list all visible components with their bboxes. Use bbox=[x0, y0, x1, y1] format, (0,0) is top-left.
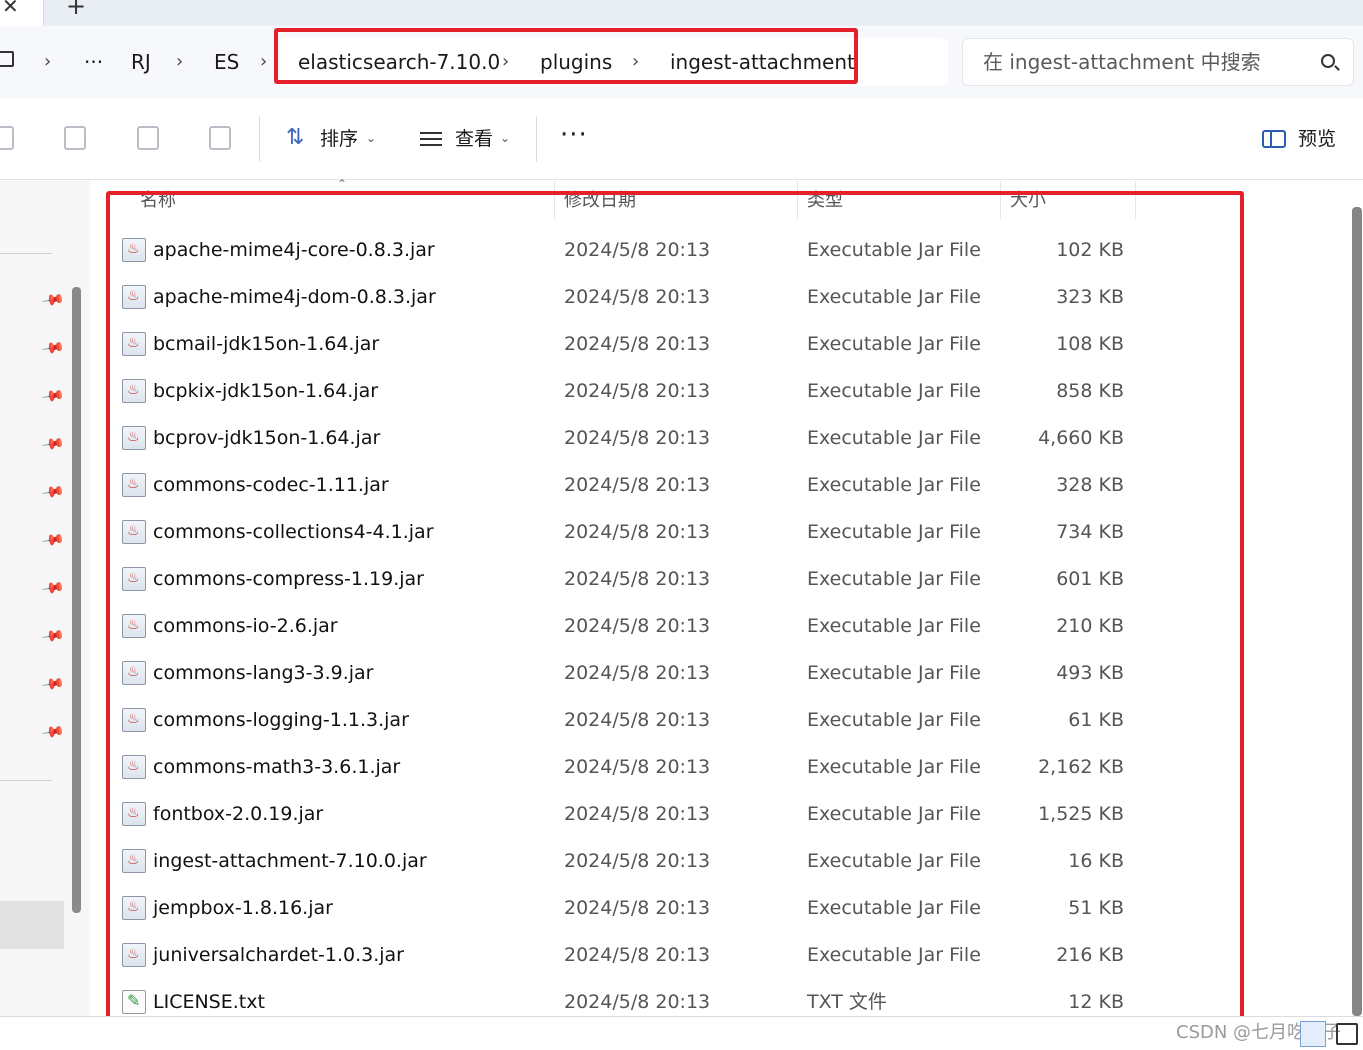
nav-divider bbox=[0, 253, 52, 254]
view-icon[interactable] bbox=[420, 132, 442, 146]
breadcrumb-item-rj[interactable]: RJ bbox=[131, 48, 151, 76]
sort-caret-icon: ⌃ bbox=[337, 177, 348, 191]
details-view-icon[interactable] bbox=[1300, 1021, 1326, 1047]
tiles-view-icon[interactable] bbox=[1336, 1023, 1358, 1045]
breadcrumb-separator[interactable]: › bbox=[260, 48, 267, 76]
search-icon[interactable] bbox=[1321, 54, 1335, 68]
address-row: › ··· RJ › ES › elasticsearch-7.10.0 › p… bbox=[0, 26, 1363, 98]
preview-button[interactable]: 预览 bbox=[1298, 125, 1336, 153]
toolbar-divider bbox=[259, 116, 260, 162]
paste-icon[interactable] bbox=[0, 126, 14, 150]
file-list: ⌃ 名称 修改日期 类型 大小 apache-mime4j-core-0.8.3… bbox=[92, 177, 1342, 1025]
file-list-highlight-box bbox=[106, 191, 1244, 1025]
search-placeholder: 在 ingest-attachment 中搜索 bbox=[983, 50, 1261, 74]
delete-icon[interactable] bbox=[209, 126, 231, 150]
toolbar-divider bbox=[536, 116, 537, 162]
navigation-pane: 📌 📌 📌 📌 📌 📌 📌 📌 📌 📌 bbox=[0, 181, 90, 1016]
pin-icon[interactable]: 📌 bbox=[41, 527, 67, 552]
new-tab-icon[interactable]: + bbox=[66, 0, 86, 20]
pin-icon[interactable]: 📌 bbox=[41, 575, 67, 600]
pin-icon[interactable]: 📌 bbox=[41, 287, 67, 312]
nav-divider bbox=[0, 780, 52, 781]
chevron-down-icon[interactable]: ⌄ bbox=[366, 128, 376, 148]
rename-icon[interactable] bbox=[64, 126, 86, 150]
tab-strip: ✕ + bbox=[0, 0, 1363, 26]
pin-icon[interactable]: 📌 bbox=[41, 671, 67, 696]
close-tab-icon[interactable]: ✕ bbox=[2, 0, 19, 18]
pin-icon[interactable]: 📌 bbox=[41, 719, 67, 744]
sort-icon[interactable]: ⇅ bbox=[286, 126, 304, 150]
pin-icon[interactable]: 📌 bbox=[41, 335, 67, 360]
search-input[interactable]: 在 ingest-attachment 中搜索 bbox=[962, 38, 1354, 86]
breadcrumb-separator[interactable]: › bbox=[176, 48, 183, 76]
pin-icon[interactable]: 📌 bbox=[41, 431, 67, 456]
sort-button[interactable]: 排序 bbox=[320, 125, 358, 153]
chevron-down-icon[interactable]: ⌄ bbox=[500, 128, 510, 148]
path-highlight-box bbox=[274, 28, 858, 84]
pin-icon[interactable]: 📌 bbox=[41, 383, 67, 408]
share-icon[interactable] bbox=[137, 126, 159, 150]
pin-icon[interactable]: 📌 bbox=[41, 623, 67, 648]
preview-pane-icon[interactable] bbox=[1262, 130, 1286, 148]
this-pc-icon[interactable] bbox=[0, 51, 14, 67]
active-tab[interactable]: ✕ bbox=[0, 0, 44, 26]
breadcrumb-more-icon[interactable]: ··· bbox=[84, 48, 103, 76]
nav-scrollbar[interactable] bbox=[72, 287, 81, 913]
breadcrumb-separator[interactable]: › bbox=[44, 48, 51, 76]
status-bar: CSDN @七月吃橘子 bbox=[0, 1016, 1363, 1050]
breadcrumb-item-es[interactable]: ES bbox=[214, 48, 239, 76]
more-options-icon[interactable]: ··· bbox=[560, 120, 588, 150]
command-bar: ⇅ 排序 ⌄ 查看 ⌄ ··· 预览 bbox=[0, 98, 1363, 180]
view-button[interactable]: 查看 bbox=[455, 125, 493, 153]
pin-icon[interactable]: 📌 bbox=[41, 479, 67, 504]
vertical-scrollbar[interactable] bbox=[1352, 207, 1362, 1016]
nav-selected-item[interactable] bbox=[0, 901, 64, 949]
